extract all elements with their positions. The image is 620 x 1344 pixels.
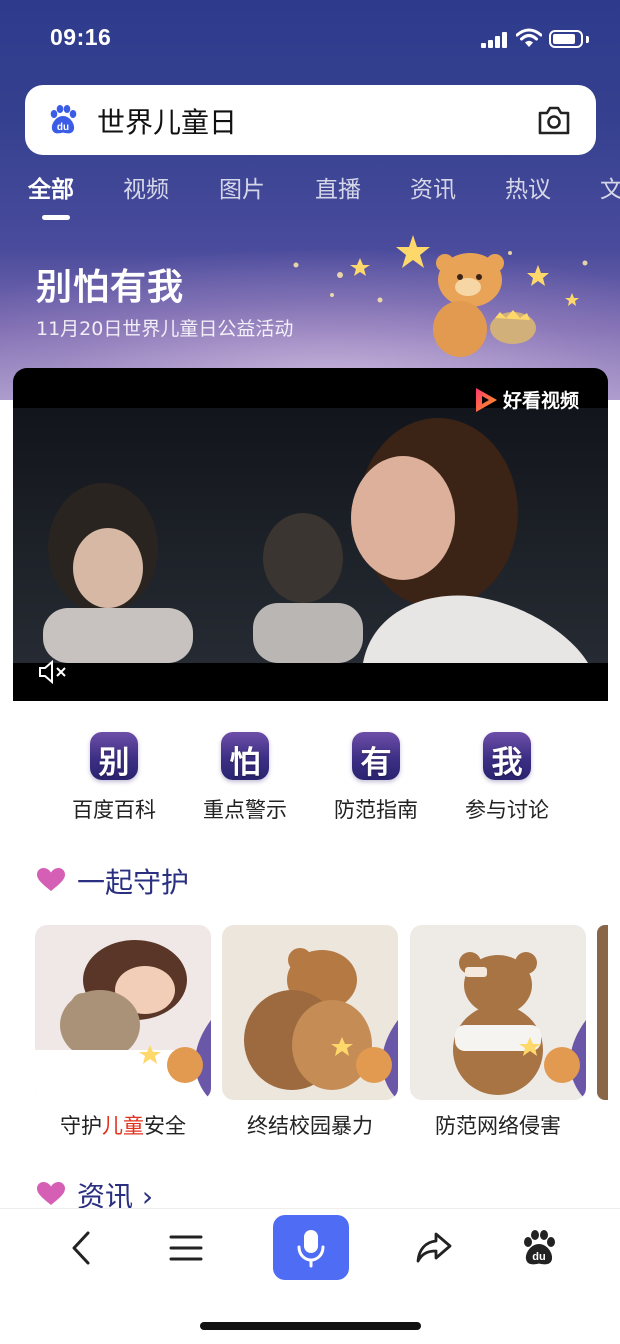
share-icon[interactable] (414, 1228, 454, 1268)
video-source-label: 好看视频 (503, 390, 580, 412)
card-image (410, 925, 586, 1100)
baidu-paw-icon[interactable]: du (519, 1228, 559, 1268)
section-title-together: 一起守护 (77, 866, 190, 899)
baidu-paw-icon: du (50, 105, 77, 134)
quick-link-guide[interactable]: 有 防范指南 (311, 730, 441, 830)
banner-title: 别怕有我 (36, 267, 185, 308)
heart-icon (37, 868, 65, 891)
tab-images[interactable]: 图片 (219, 170, 265, 204)
card-label-protect: 守护儿童安全 (60, 1114, 186, 1138)
quick-link-warning[interactable]: 怕 重点警示 (180, 730, 310, 830)
quick-link-label: 参与讨论 (465, 798, 549, 822)
battery-cap (586, 36, 589, 43)
card-image (35, 925, 211, 1100)
active-tab-indicator (42, 215, 70, 220)
video-player[interactable]: 好看视频 (13, 368, 608, 701)
search-input[interactable]: 世界儿童日 (97, 101, 237, 141)
bear-stars-illustration (293, 235, 588, 357)
heart-icon (37, 1182, 65, 1205)
quick-link-label: 重点警示 (203, 798, 287, 822)
home-indicator[interactable] (200, 1322, 421, 1330)
card-protect-children[interactable] (35, 925, 211, 1100)
tab-news[interactable]: 资讯 (410, 170, 456, 204)
card-end-bullying[interactable] (222, 925, 398, 1100)
tab-discussion[interactable]: 热议 (505, 170, 551, 204)
camera-icon[interactable] (536, 103, 572, 137)
tab-text[interactable]: 文 (600, 170, 620, 204)
guide-icon: 有 (352, 732, 400, 781)
video-frame (13, 408, 608, 663)
svg-text:du: du (532, 1251, 545, 1263)
back-icon[interactable] (62, 1228, 102, 1268)
tab-all[interactable]: 全部 (28, 170, 74, 204)
baike-icon: 别 (90, 732, 138, 781)
search-tabs: 全部 视频 图片 直播 资讯 热议 文 (0, 170, 620, 210)
card-image (222, 925, 398, 1100)
card-label-bullying: 终结校园暴力 (247, 1114, 373, 1138)
warning-icon: 怕 (221, 732, 269, 781)
quick-link-baike[interactable]: 别 百度百科 (49, 730, 179, 830)
card-peek[interactable] (597, 925, 608, 1100)
card-online-safety[interactable] (410, 925, 586, 1100)
status-time: 09:16 (50, 24, 112, 50)
status-bar: 09:16 (0, 0, 620, 80)
menu-icon[interactable] (166, 1228, 206, 1268)
quick-link-discuss[interactable]: 我 参与讨论 (442, 730, 572, 830)
discuss-icon: 我 (483, 732, 531, 781)
battery-icon (549, 30, 583, 48)
quick-link-label: 百度百科 (72, 798, 156, 822)
quick-link-label: 防范指南 (334, 798, 418, 822)
tab-video[interactable]: 视频 (123, 170, 169, 204)
search-bar[interactable]: du 世界儿童日 (25, 85, 596, 155)
tab-live[interactable]: 直播 (315, 170, 361, 204)
banner-subtitle: 11月20日世界儿童日公益活动 (36, 318, 294, 340)
mute-icon[interactable] (37, 660, 69, 684)
svg-text:du: du (57, 122, 69, 133)
haokan-logo-icon (476, 388, 497, 412)
signal-icon (481, 32, 511, 48)
voice-search-button[interactable] (273, 1215, 349, 1280)
wifi-icon (516, 28, 542, 47)
mic-icon (297, 1230, 325, 1268)
card-label-online: 防范网络侵害 (435, 1114, 561, 1138)
